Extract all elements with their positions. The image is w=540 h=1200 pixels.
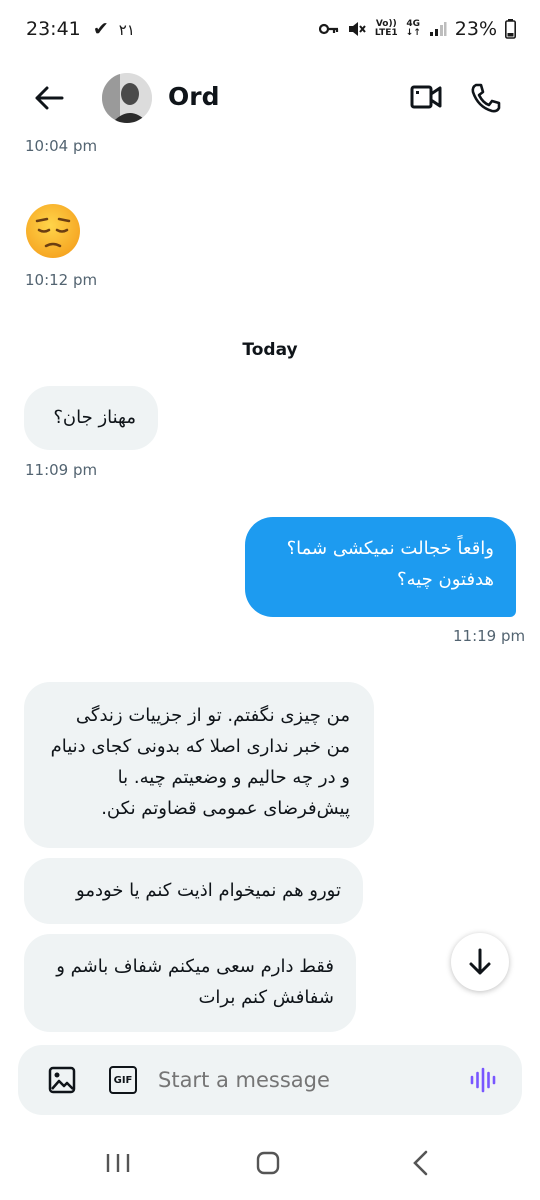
avatar-image	[102, 73, 152, 123]
message-timestamp: 11:09 pm	[25, 461, 98, 479]
video-call-icon[interactable]	[410, 84, 442, 110]
outgoing-message-bubble[interactable]: واقعاً خجالت نمیکشی شما؟ هدفتون چیه؟	[245, 517, 516, 617]
incoming-message-bubble[interactable]: تورو هم نمیخوام اذیت کنم یا خودمو	[24, 858, 363, 924]
incoming-message-bubble[interactable]: من چیزی نگفتم. تو از جزییات زندگی من خبر…	[24, 682, 374, 848]
message-timestamp: 10:12 pm	[25, 271, 98, 289]
incoming-message-bubble[interactable]: مهناز جان؟	[24, 386, 158, 450]
message-timestamp: 11:19 pm	[453, 627, 526, 645]
back-nav-icon[interactable]	[410, 1150, 430, 1176]
phone-call-icon[interactable]	[470, 82, 502, 114]
message-emoji	[24, 202, 82, 260]
scroll-to-bottom-button[interactable]	[451, 933, 509, 991]
conversation-header	[0, 64, 540, 136]
pensive-face-icon	[26, 204, 80, 258]
notification-count: ۲۱	[118, 21, 135, 39]
status-time: 23:41 ✔ ۲۱	[26, 18, 135, 40]
recent-apps-icon[interactable]	[105, 1152, 131, 1174]
system-nav-bar	[0, 1130, 540, 1200]
gif-icon: GIF	[113, 1074, 133, 1086]
battery-percent: 23%	[454, 18, 497, 40]
gif-button[interactable]: GIF	[109, 1066, 137, 1094]
contact-name[interactable]: Ord	[168, 82, 219, 111]
status-bar: 23:41 ✔ ۲۱ Vo)) LTE1 4G ↓↑ 23%	[0, 0, 540, 60]
battery-icon	[505, 19, 516, 39]
status-icons: Vo)) LTE1 4G ↓↑ 23%	[318, 18, 516, 40]
check-notification-icon: ✔	[92, 18, 109, 40]
message-timestamp: 10:04 pm	[25, 137, 98, 155]
date-divider: Today	[242, 340, 298, 360]
mute-icon	[348, 22, 366, 36]
volte-indicator: Vo)) LTE1	[374, 19, 398, 38]
back-arrow-icon[interactable]	[34, 86, 64, 110]
network-gen-indicator: 4G ↓↑	[405, 19, 421, 38]
key-icon	[318, 23, 338, 35]
image-icon[interactable]	[48, 1066, 76, 1094]
message-input[interactable]	[150, 1058, 450, 1102]
arrow-down-icon	[469, 948, 491, 975]
home-icon[interactable]	[256, 1151, 280, 1175]
voice-message-icon[interactable]	[469, 1066, 497, 1094]
incoming-message-bubble[interactable]: فقط دارم سعی میکنم شفاف باشم و شفافش کنم…	[24, 934, 356, 1032]
avatar[interactable]	[102, 73, 152, 123]
signal-icon	[429, 22, 447, 36]
